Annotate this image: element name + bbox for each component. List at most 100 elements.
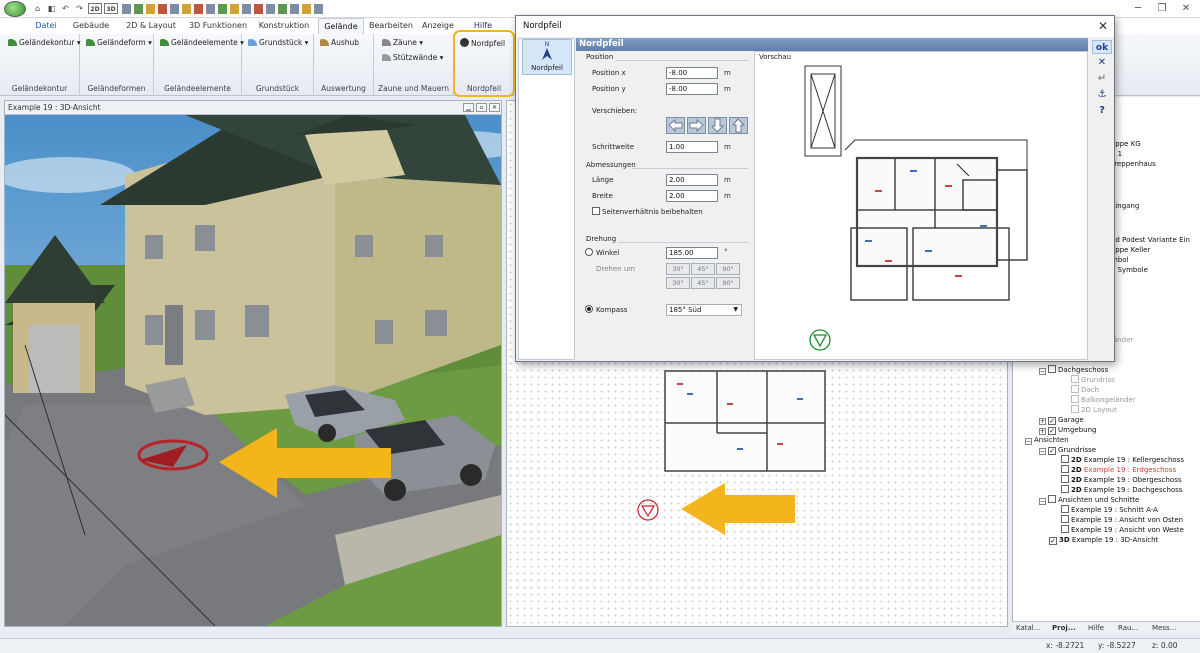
- qat-new-icon[interactable]: ◧: [46, 3, 57, 14]
- gelaendeform-button[interactable]: Geländeform ▾: [86, 38, 152, 48]
- qat-redo-icon[interactable]: ↷: [74, 3, 85, 14]
- scene-3d[interactable]: [5, 115, 501, 626]
- app-logo-icon[interactable]: [4, 1, 26, 17]
- move-up-button[interactable]: [729, 117, 748, 134]
- tab-hilfe-panel[interactable]: Hilfe: [1088, 622, 1104, 634]
- tree-item-dach[interactable]: Dach: [1071, 385, 1099, 395]
- expand-toggle[interactable]: −: [1039, 368, 1046, 375]
- tree-item-3d-ansicht[interactable]: ✓ 3D Example 19 : 3D-Ansicht: [1049, 535, 1158, 545]
- move-right-button[interactable]: [687, 117, 706, 134]
- width-input[interactable]: 2.00: [666, 190, 718, 202]
- tree-checkbox[interactable]: ✓: [1049, 537, 1057, 545]
- rotate-ccw-30-button[interactable]: 30°: [666, 263, 690, 275]
- tree-item-garage[interactable]: + ✓ Garage: [1039, 415, 1084, 425]
- tab-katalog[interactable]: Katal...: [1016, 622, 1040, 634]
- cancel-icon[interactable]: ✕: [1092, 56, 1112, 70]
- tab-anzeige[interactable]: Anzeige: [418, 18, 458, 34]
- tree-item-dachgeschoss-plan[interactable]: 2D Example 19 : Dachgeschoss: [1061, 485, 1182, 495]
- gelaendekontur-button[interactable]: Geländekontur ▾: [8, 38, 81, 48]
- tab-2d-layout[interactable]: 2D & Layout: [120, 18, 182, 34]
- tree-item-ansichten[interactable]: − Ansichten: [1025, 435, 1069, 445]
- help-icon[interactable]: ?: [1092, 104, 1112, 118]
- north-arrow-2d-icon[interactable]: [635, 497, 661, 523]
- view-3d-pane[interactable]: Example 19 : 3D-Ansicht ▁ ▫ ✕: [4, 100, 502, 627]
- tree-checkbox[interactable]: ✓: [1048, 427, 1056, 435]
- checkbox[interactable]: [592, 207, 600, 215]
- rotate-cw-45-button[interactable]: 45°: [691, 277, 715, 289]
- pane-minimize-button[interactable]: ▁: [463, 103, 474, 112]
- aushub-button[interactable]: Aushub: [320, 38, 359, 48]
- tree-item-2d-layout[interactable]: 2D Layout: [1071, 405, 1117, 415]
- tab-3d-funktionen[interactable]: 3D Funktionen: [186, 18, 250, 34]
- stuetzwaende-button[interactable]: Stützwände ▾: [382, 53, 443, 63]
- tree-checkbox[interactable]: [1071, 385, 1079, 393]
- expand-toggle[interactable]: +: [1039, 418, 1046, 425]
- sidebar-item-nordpfeil[interactable]: N Nordpfeil: [522, 39, 572, 75]
- expand-toggle[interactable]: −: [1039, 448, 1046, 455]
- tab-bearbeiten[interactable]: Bearbeiten: [368, 18, 414, 34]
- tab-gebaeude[interactable]: Gebäude: [66, 18, 116, 34]
- rotate-ccw-90-button[interactable]: 90°: [716, 263, 740, 275]
- tree-item-umgebung[interactable]: + ✓ Umgebung: [1039, 425, 1096, 435]
- tree-checkbox[interactable]: [1071, 405, 1079, 413]
- expand-toggle[interactable]: +: [1039, 428, 1046, 435]
- ok-button[interactable]: ok: [1092, 40, 1112, 54]
- expand-toggle[interactable]: −: [1025, 438, 1032, 445]
- length-input[interactable]: 2.00: [666, 174, 718, 186]
- tree-checkbox[interactable]: [1048, 365, 1056, 373]
- anchor-icon[interactable]: ⚓: [1092, 88, 1112, 102]
- tree-item-erdgeschoss[interactable]: 2D Example 19 : Erdgeschoss: [1061, 465, 1176, 475]
- qat-toolbar-icons[interactable]: [122, 2, 332, 16]
- tab-projekt[interactable]: Proj...: [1052, 622, 1076, 634]
- tab-raum[interactable]: Rau...: [1118, 622, 1138, 634]
- tree-item-ansicht-osten[interactable]: Example 19 : Ansicht von Osten: [1061, 515, 1183, 525]
- keep-ratio-checkbox[interactable]: Seitenverhältnis beibehalten: [592, 207, 703, 216]
- tree-item-obergeschoss[interactable]: 2D Example 19 : Obergeschoss: [1061, 475, 1182, 485]
- close-app-button[interactable]: ✕: [1172, 0, 1200, 18]
- tree-item-grundrisse[interactable]: − ✓ Grundrisse: [1039, 445, 1096, 455]
- tree-checkbox[interactable]: [1071, 375, 1079, 383]
- position-x-input[interactable]: -8.00: [666, 67, 718, 79]
- gelaendeelemente-button[interactable]: Geländeelemente ▾: [160, 38, 244, 48]
- expand-toggle[interactable]: −: [1039, 498, 1046, 505]
- tab-gelaende[interactable]: Gelände: [318, 18, 364, 34]
- qat-3d-button[interactable]: 3D: [104, 3, 118, 14]
- pane-close-button[interactable]: ✕: [489, 103, 500, 112]
- tree-checkbox[interactable]: ✓: [1048, 447, 1056, 455]
- tree-checkbox[interactable]: ✓: [1048, 417, 1056, 425]
- tree-item-dachgeschoss[interactable]: − Dachgeschoss: [1039, 365, 1108, 375]
- move-down-button[interactable]: [708, 117, 727, 134]
- tree-item-ansicht-westen[interactable]: Example 19 : Ansicht von Weste: [1061, 525, 1184, 535]
- rotate-cw-30-button[interactable]: 30°: [666, 277, 690, 289]
- tree-checkbox[interactable]: [1071, 395, 1079, 403]
- apply-icon[interactable]: ↵: [1092, 72, 1112, 86]
- tree-item-kellergeschoss[interactable]: 2D Example 19 : Kellergeschoss: [1061, 455, 1184, 465]
- qat-2d-button[interactable]: 2D: [88, 3, 102, 14]
- tree-checkbox[interactable]: [1048, 495, 1056, 503]
- compass-select[interactable]: 185° Süd ▼: [666, 304, 742, 316]
- grundstueck-button[interactable]: Grundstück ▾: [248, 38, 308, 48]
- tab-messen[interactable]: Mess...: [1152, 622, 1176, 634]
- position-y-input[interactable]: -8.00: [666, 83, 718, 95]
- step-input[interactable]: 1.00: [666, 141, 718, 153]
- tree-checkbox[interactable]: [1061, 455, 1069, 463]
- tree-checkbox[interactable]: [1061, 515, 1069, 523]
- tree-checkbox[interactable]: [1061, 485, 1069, 493]
- tree-item-schnitt-aa[interactable]: Example 19 : Schnitt A-A: [1061, 505, 1158, 515]
- move-left-button[interactable]: [666, 117, 685, 134]
- rotate-cw-90-button[interactable]: 90°: [716, 277, 740, 289]
- tab-konstruktion[interactable]: Konstruktion: [254, 18, 314, 34]
- tab-datei[interactable]: Datei: [30, 18, 62, 34]
- zaeune-button[interactable]: Zäune ▾: [382, 38, 423, 48]
- qat-undo-icon[interactable]: ↶: [60, 3, 71, 14]
- angle-radio[interactable]: [585, 248, 593, 256]
- tree-checkbox[interactable]: [1061, 465, 1069, 473]
- tree-checkbox[interactable]: [1061, 525, 1069, 533]
- tree-item-balkongelaender[interactable]: Balkongeländer: [1071, 395, 1136, 405]
- dialog-close-button[interactable]: ✕: [1098, 19, 1108, 33]
- tree-checkbox[interactable]: [1061, 475, 1069, 483]
- tree-item-grundriss[interactable]: Grundriss: [1071, 375, 1115, 385]
- tree-checkbox[interactable]: [1061, 505, 1069, 513]
- tree-item-ansichten-schnitte[interactable]: − Ansichten und Schnitte: [1039, 495, 1139, 505]
- compass-radio[interactable]: [585, 305, 593, 313]
